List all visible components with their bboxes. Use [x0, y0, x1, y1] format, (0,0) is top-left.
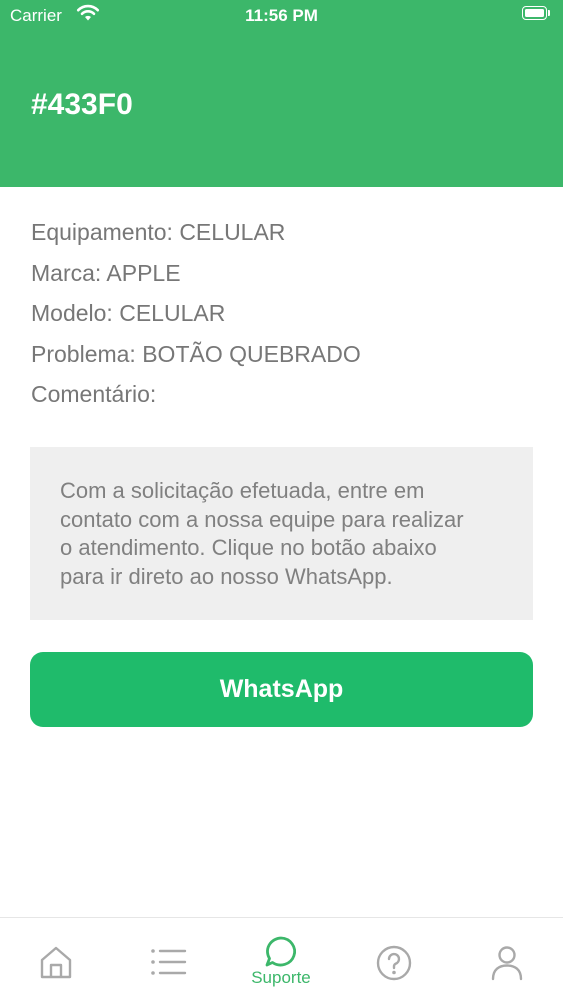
info-line: contato com a nossa equipe para realizar — [60, 506, 464, 532]
info-text: Com a solicitação efetuada, entre em con… — [60, 477, 503, 591]
tab-suporte[interactable]: Suporte — [225, 918, 337, 1000]
detail-equipment: Equipamento: CELULAR — [31, 219, 286, 245]
tab-help[interactable] — [338, 918, 450, 1000]
detail-brand: Marca: APPLE — [31, 259, 181, 286]
home-icon — [40, 946, 72, 979]
tab-bar: Suporte — [0, 917, 563, 1000]
detail-problem: Problema: BOTÃO QUEBRADO — [31, 340, 361, 367]
info-line: Com a solicitação efetuada, entre em — [60, 478, 425, 503]
header: Carrier 11:56 PM #433F0 — [0, 0, 563, 187]
detail-model: Modelo: CELULAR — [31, 300, 226, 326]
tab-list[interactable] — [113, 918, 225, 1000]
list-icon — [151, 949, 187, 975]
order-details: Equipamento: CELULAR Marca: APPLE Modelo… — [31, 216, 361, 419]
help-icon — [376, 945, 412, 981]
chat-bubble-icon — [265, 936, 297, 967]
status-bar: Carrier 11:56 PM — [0, 0, 563, 32]
tab-label-suporte: Suporte — [251, 968, 311, 987]
tab-profile[interactable] — [451, 918, 563, 1000]
info-box: Com a solicitação efetuada, entre em con… — [30, 447, 533, 620]
whatsapp-button[interactable]: WhatsApp — [30, 652, 533, 727]
info-line: o atendimento. Clique no botão abaixo — [60, 535, 437, 560]
detail-comment: Comentário: — [31, 381, 157, 407]
user-icon — [491, 946, 523, 981]
page-title: #433F0 — [31, 88, 133, 121]
status-time: 11:56 PM — [245, 6, 318, 25]
battery-icon — [522, 6, 552, 22]
tab-home[interactable] — [0, 918, 112, 1000]
info-line: para ir direto ao nosso WhatsApp. — [60, 563, 393, 589]
